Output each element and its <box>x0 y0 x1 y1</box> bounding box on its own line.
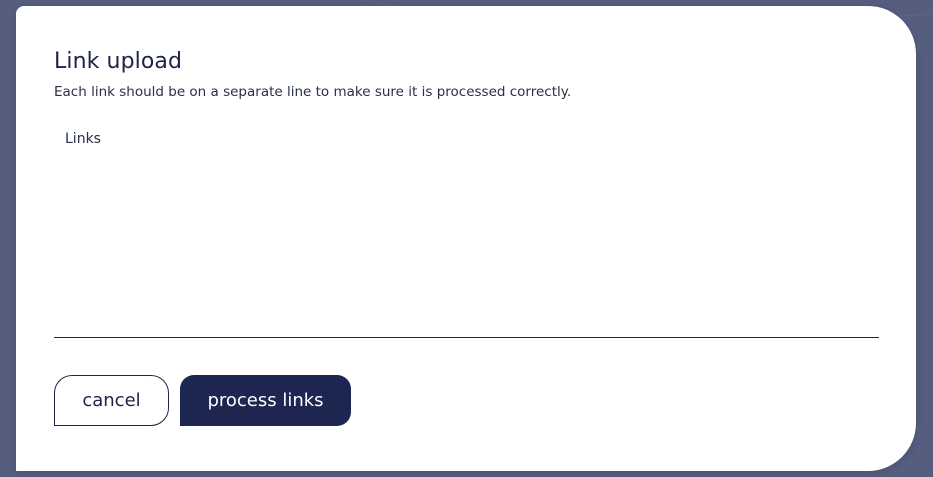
links-textarea[interactable] <box>54 122 879 337</box>
cancel-button[interactable]: cancel <box>54 375 169 426</box>
dialog-title: Link upload <box>54 49 183 74</box>
process-links-button[interactable]: process links <box>180 375 351 426</box>
links-field <box>54 122 879 338</box>
link-upload-dialog: Link upload Each link should be on a sep… <box>16 6 916 471</box>
dialog-subtitle: Each link should be on a separate line t… <box>54 84 572 100</box>
